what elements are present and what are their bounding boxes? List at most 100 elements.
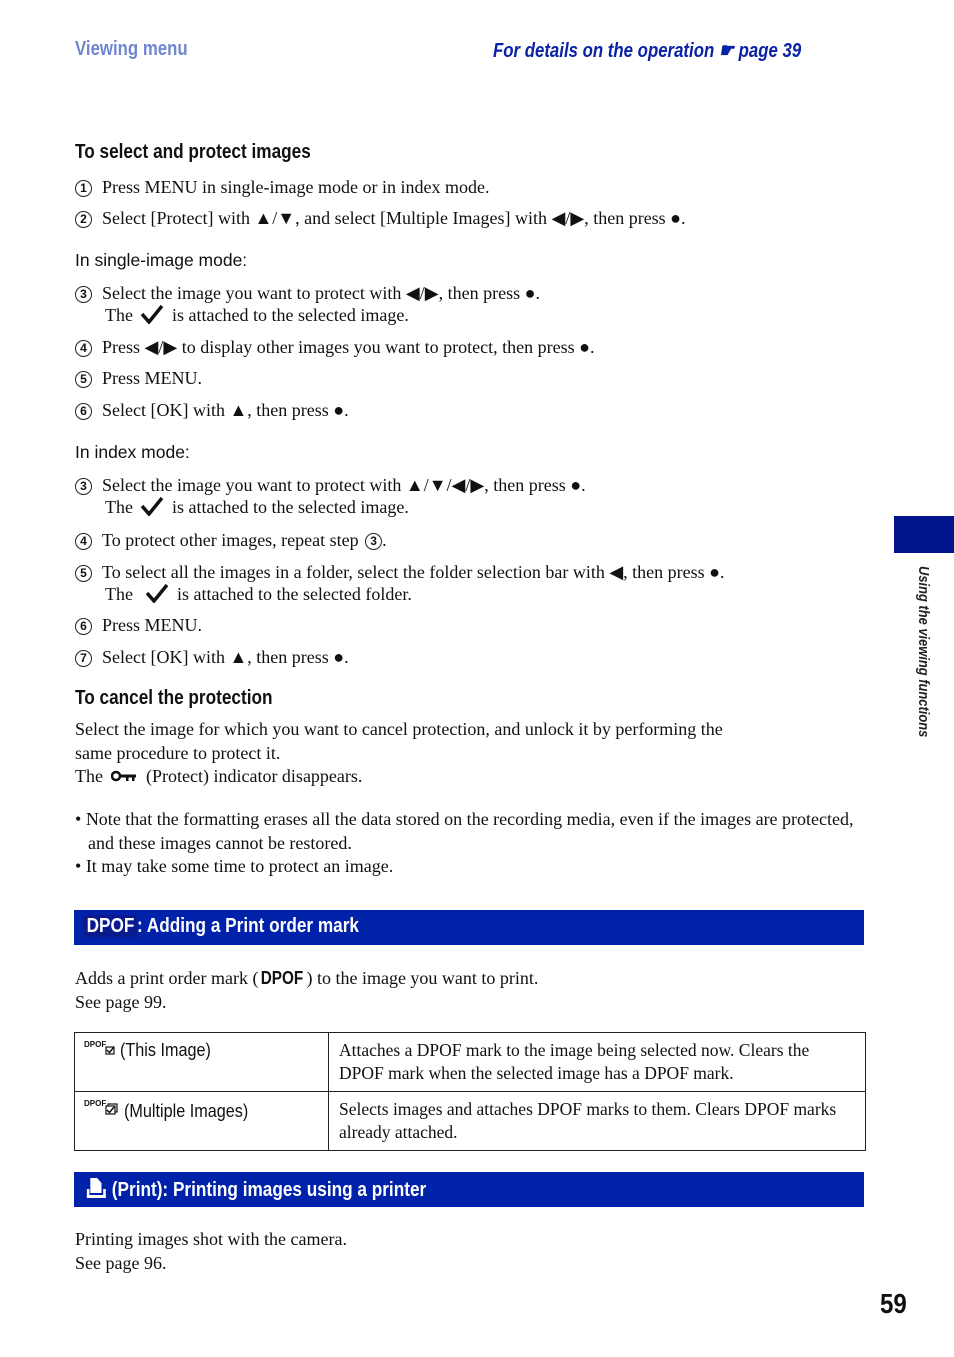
dpof-title-text: : Adding a Print order mark	[136, 915, 359, 937]
checkmark-icon	[141, 496, 164, 516]
single-mode-label: In single-image mode:	[75, 250, 248, 270]
svg-text:DPOF: DPOF	[84, 1099, 106, 1108]
section-header: Viewing menu	[75, 38, 188, 60]
step-reference: 3	[365, 533, 383, 550]
step-text: Press MENU.	[102, 615, 203, 635]
step-text: To select all the images in a folder, se…	[102, 562, 725, 582]
note-item: • It may take some time to protect an im…	[75, 856, 394, 876]
reference-prefix: For details on the operation	[493, 40, 715, 62]
protect-heading: To select and protect images	[75, 141, 311, 163]
step-number: 5	[75, 565, 92, 582]
step-text: Select the image you want to protect wit…	[102, 475, 586, 495]
step-item: 6 Select [OK] with ▲, then press ●.	[75, 399, 349, 421]
cancel-description: Select the image for which you want to c…	[75, 718, 865, 789]
step-text: Select [OK] with ▲, then press ●.	[102, 647, 349, 667]
note-item: • Note that the formatting erases all th…	[75, 809, 854, 853]
step-text: Select [OK] with ▲, then press ●.	[102, 400, 349, 420]
step-item: 4 Press ◀/▶ to display other images you w…	[75, 336, 594, 358]
note-text: It may take some time to protect an imag…	[85, 856, 394, 876]
desc-post: ) to the image you want to print.	[306, 968, 539, 988]
print-section-bar: (Print): Printing images using a printer	[74, 1172, 864, 1207]
note-post: is attached to the selected folder.	[176, 584, 412, 604]
step-text: Press MENU in single-image mode or in in…	[102, 177, 490, 197]
dpof-icon: DPOF	[84, 915, 137, 937]
dpof-options-table: DPOF (This Image) Attaches a DPOF mark t…	[74, 1032, 866, 1151]
line-post: (Protect) indicator disappears.	[145, 766, 363, 786]
step-text: Select [Protect] with ▲/▼, and select [M…	[102, 208, 686, 228]
cancel-line: The (Protect) indicator disappears.	[75, 765, 865, 789]
page-number: 59	[880, 1288, 907, 1319]
step-item: 2 Select [Protect] with ▲/▼, and select […	[75, 207, 686, 229]
step-number: 3	[75, 286, 92, 303]
step-item: 1 Press MENU in single-image mode or in i…	[75, 176, 489, 198]
step-text: Press ◀/▶ to display other images you wa…	[102, 337, 595, 357]
cancel-line: Select the image for which you want to c…	[75, 719, 723, 739]
dpof-see-page: See page 99.	[75, 991, 167, 1012]
index-mode-label: In index mode:	[75, 442, 190, 462]
step-note: The is attached to the selected image.	[75, 304, 540, 326]
checkmark-icon	[146, 583, 169, 603]
print-icon	[86, 1178, 106, 1198]
print-description: Printing images shot with the camera. Se…	[75, 1228, 865, 1275]
pointing-hand-icon: ☛	[718, 40, 734, 62]
option-name-cell: DPOF (Multiple Images)	[74, 1091, 329, 1151]
step-text: To protect other images, repeat step	[102, 530, 359, 550]
note-pre: The	[105, 497, 133, 517]
step-number: 1	[75, 180, 92, 197]
dpof-this-image-icon: DPOF	[84, 1040, 115, 1055]
chapter-label: Using the viewing functions	[915, 566, 932, 738]
option-description: Selects images and attaches DPOF marks t…	[328, 1091, 866, 1151]
option-description: Attaches a DPOF mark to the image being …	[328, 1032, 866, 1092]
cancel-line: same procedure to protect it.	[75, 742, 281, 763]
side-tab-marker	[894, 516, 954, 553]
step-number: 4	[75, 340, 92, 357]
cancel-heading: To cancel the protection	[75, 687, 273, 709]
step-number: 2	[75, 211, 92, 228]
step-number: 3	[75, 478, 92, 495]
step-item: 6 Press MENU.	[75, 614, 202, 636]
option-name-cell: DPOF (This Image)	[74, 1032, 329, 1092]
dpof-mark-icon: DPOF	[261, 968, 304, 988]
checkmark-icon	[141, 304, 164, 324]
dpof-description: Adds a print order mark (DPOF) to the im…	[75, 967, 865, 1014]
option-label: (Multiple Images)	[124, 1101, 249, 1121]
step-item: 3 Select the image you want to protect wi…	[75, 474, 586, 518]
step-number: 6	[75, 618, 92, 635]
step-number: 4	[75, 533, 92, 550]
step-number: 5	[75, 371, 92, 388]
dpof-multiple-images-icon: DPOF	[84, 1099, 118, 1115]
table-row: DPOF (Multiple Images) Selects images an…	[74, 1091, 866, 1151]
desc-pre: Adds a print order mark (	[75, 968, 259, 988]
note-text: Note that the formatting erases all the …	[85, 809, 854, 853]
step-item: 4 To protect other images, repeat step 3.	[75, 529, 387, 551]
step-item: 7 Select [OK] with ▲, then press ●.	[75, 646, 349, 668]
note-pre: The	[105, 305, 133, 325]
note-post: is attached to the selected image.	[171, 305, 409, 325]
print-see-page: See page 96.	[75, 1252, 167, 1273]
print-section-title: (Print): Printing images using a printer	[86, 1177, 426, 1202]
option-label: (This Image)	[120, 1040, 211, 1060]
dpof-section-bar: DPOF: Adding a Print order mark	[74, 910, 864, 945]
step-text: Select the image you want to protect wit…	[102, 283, 540, 303]
dpof-section-title: DPOF: Adding a Print order mark	[84, 915, 359, 938]
page-reference: For details on the operation ☛ page 39	[493, 38, 801, 63]
step-note: The is attached to the selected image.	[75, 496, 586, 518]
reference-page: page 39	[738, 40, 802, 62]
step-item: 5 To select all the images in a folder, s…	[75, 561, 725, 605]
step-number: 7	[75, 650, 92, 667]
step-text: Press MENU.	[102, 368, 203, 388]
key-protect-icon	[111, 770, 137, 782]
step-note: The is attached to the selected folder.	[75, 583, 725, 605]
table-row: DPOF (This Image) Attaches a DPOF mark t…	[74, 1032, 866, 1092]
dpof-desc-line: Adds a print order mark (DPOF) to the im…	[75, 967, 865, 991]
svg-text:DPOF: DPOF	[84, 1040, 106, 1049]
note-post: is attached to the selected image.	[171, 497, 409, 517]
step-item: 5 Press MENU.	[75, 367, 202, 389]
step-item: 3 Select the image you want to protect wi…	[75, 282, 540, 326]
print-title-text: (Print): Printing images using a printer	[111, 1179, 427, 1201]
step-suffix: .	[382, 530, 387, 550]
step-number: 6	[75, 403, 92, 420]
print-desc-line: Printing images shot with the camera.	[75, 1229, 347, 1249]
line-pre: The	[75, 766, 103, 786]
note-pre: The	[105, 584, 133, 604]
